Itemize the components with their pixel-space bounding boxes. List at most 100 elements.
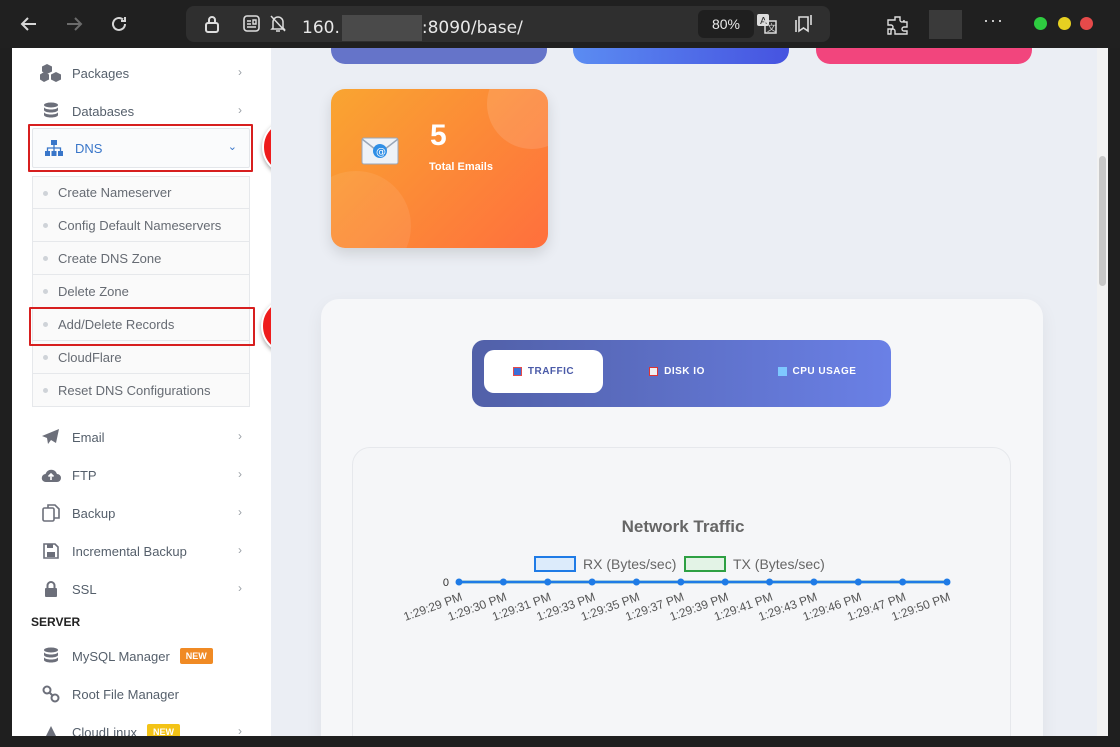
section-heading-server: SERVER <box>31 615 81 629</box>
monitoring-panel: TRAFFIC DISK IO CPU USAGE Network Traffi… <box>321 299 1043 736</box>
new-badge: NEW <box>147 724 181 736</box>
data-point[interactable] <box>943 578 951 586</box>
browser-toolbar: 160.:8090/base/ 80% A文 ··· <box>0 0 1120 48</box>
cloud-upload-icon <box>40 465 62 485</box>
more-menu-icon[interactable]: ··· <box>983 10 1004 31</box>
new-badge: NEW <box>179 648 213 664</box>
translate-icon[interactable]: A文 <box>756 13 778 39</box>
sidebar-subitem-create-dns-zone[interactable]: Create DNS Zone <box>32 242 250 275</box>
chevron-right-icon: › <box>238 467 242 481</box>
link-icon <box>40 684 62 704</box>
envelope-icon: @ <box>361 137 399 170</box>
scrollbar[interactable] <box>1097 48 1108 736</box>
database-icon <box>40 101 62 121</box>
network-traffic-chart: Network Traffic RX (Bytes/sec) TX (Bytes/… <box>402 517 952 624</box>
chevron-right-icon: › <box>238 581 242 595</box>
data-point[interactable] <box>632 578 640 586</box>
sidebar-item-packages[interactable]: Packages › <box>40 57 252 89</box>
stat-card-top-1 <box>331 48 547 64</box>
data-point[interactable] <box>766 578 774 586</box>
address-bar[interactable]: 160.:8090/base/ 80% A文 <box>186 6 830 42</box>
chevron-right-icon: › <box>238 65 242 79</box>
zoom-indicator[interactable]: 80% <box>698 10 754 38</box>
cloudlinux-icon <box>40 722 62 736</box>
redacted-ip <box>341 15 422 41</box>
stat-card-top-2 <box>573 48 789 64</box>
sidebar-subitem-delete-zone[interactable]: Delete Zone <box>32 275 250 308</box>
chevron-right-icon: › <box>238 103 242 117</box>
chart-plot: 01:29:29 PM1:29:30 PM1:29:31 PM1:29:33 P… <box>402 577 952 624</box>
sidebar-subitem-create-nameserver[interactable]: Create Nameserver <box>32 176 250 209</box>
stat-card-total-emails[interactable]: @ 5 Total Emails <box>331 89 548 248</box>
copy-icon <box>40 503 62 523</box>
data-point[interactable] <box>721 578 729 586</box>
sidebar-item-databases[interactable]: Databases › <box>40 95 252 127</box>
data-point[interactable] <box>588 578 596 586</box>
chart-title: Network Traffic <box>622 517 745 536</box>
svg-text:@: @ <box>376 147 386 158</box>
reader-icon[interactable] <box>243 15 260 37</box>
sidebar-subitem-config-default-nameservers[interactable]: Config Default Nameservers <box>32 209 250 242</box>
chevron-right-icon: › <box>238 505 242 519</box>
extensions-icon[interactable] <box>887 14 909 41</box>
data-point[interactable] <box>899 578 907 586</box>
sidebar-item-email[interactable]: Email › <box>40 421 252 453</box>
tab-disk-io[interactable]: DISK IO <box>622 350 732 393</box>
svg-text:文: 文 <box>767 22 776 34</box>
back-icon[interactable] <box>15 10 43 38</box>
cubes-icon <box>40 63 62 83</box>
tab-traffic[interactable]: TRAFFIC <box>484 350 603 393</box>
notifications-off-icon[interactable] <box>269 14 287 38</box>
chevron-right-icon: › <box>238 724 242 736</box>
lock-icon <box>40 579 62 599</box>
sidebar-item-backup[interactable]: Backup › <box>40 497 252 529</box>
legend-swatch[interactable] <box>684 556 726 572</box>
reading-list-icon[interactable] <box>794 14 814 38</box>
data-point[interactable] <box>544 578 552 586</box>
total-emails-label: Total Emails <box>429 161 493 173</box>
url-text[interactable]: 160.:8090/base/ <box>302 15 523 41</box>
sidebar-item-ftp[interactable]: FTP › <box>40 459 252 491</box>
sidebar: Packages › Databases › DNS ⌄ Create Name… <box>12 48 271 736</box>
legend-swatch[interactable] <box>534 556 576 572</box>
close-button[interactable] <box>1080 17 1093 30</box>
profile-avatar[interactable] <box>929 10 962 39</box>
sidebar-item-cloudlinux[interactable]: CloudLinux NEW › <box>40 716 252 736</box>
sidebar-item-incremental-backup[interactable]: Incremental Backup › <box>40 535 252 567</box>
card-decoration <box>331 171 411 248</box>
main-content: @ 5 Total Emails TRAFFIC DISK IO CPU USA… <box>271 48 1097 736</box>
sidebar-item-mysql-manager[interactable]: MySQL Manager NEW <box>40 640 252 672</box>
sidebar-item-ssl[interactable]: SSL › <box>40 573 252 605</box>
chevron-right-icon: › <box>238 429 242 443</box>
maximize-button[interactable] <box>1058 17 1071 30</box>
highlight-box-dns <box>28 124 253 172</box>
y-tick-label: 0 <box>443 577 449 589</box>
refresh-icon[interactable] <box>105 10 133 38</box>
data-point[interactable] <box>499 578 507 586</box>
data-point[interactable] <box>455 578 463 586</box>
chart-container: Network Traffic RX (Bytes/sec) TX (Bytes/… <box>352 447 1011 736</box>
chart-legend: RX (Bytes/sec) TX (Bytes/sec) <box>534 556 825 572</box>
total-emails-value: 5 <box>430 119 447 152</box>
disk-icon <box>649 367 659 376</box>
scrollbar-thumb[interactable] <box>1099 156 1106 286</box>
highlight-box-add-delete-records <box>29 307 255 346</box>
sidebar-subitem-reset-dns-configurations[interactable]: Reset DNS Configurations <box>32 374 250 407</box>
save-icon <box>40 541 62 561</box>
forward-icon[interactable] <box>60 10 88 38</box>
minimize-button[interactable] <box>1034 17 1047 30</box>
data-point[interactable] <box>810 578 818 586</box>
card-decoration <box>487 89 548 149</box>
legend-label: RX (Bytes/sec) <box>583 556 676 572</box>
database-icon <box>40 646 62 666</box>
tab-cpu-usage[interactable]: CPU USAGE <box>757 350 877 393</box>
stat-card-top-3 <box>816 48 1032 64</box>
chevron-right-icon: › <box>238 543 242 557</box>
paper-plane-icon <box>40 427 62 447</box>
data-point[interactable] <box>677 578 685 586</box>
data-point[interactable] <box>854 578 862 586</box>
monitor-tabs: TRAFFIC DISK IO CPU USAGE <box>472 340 891 407</box>
lock-icon[interactable] <box>204 15 220 38</box>
chart-icon <box>512 367 522 376</box>
sidebar-item-root-file-manager[interactable]: Root File Manager <box>40 678 252 710</box>
